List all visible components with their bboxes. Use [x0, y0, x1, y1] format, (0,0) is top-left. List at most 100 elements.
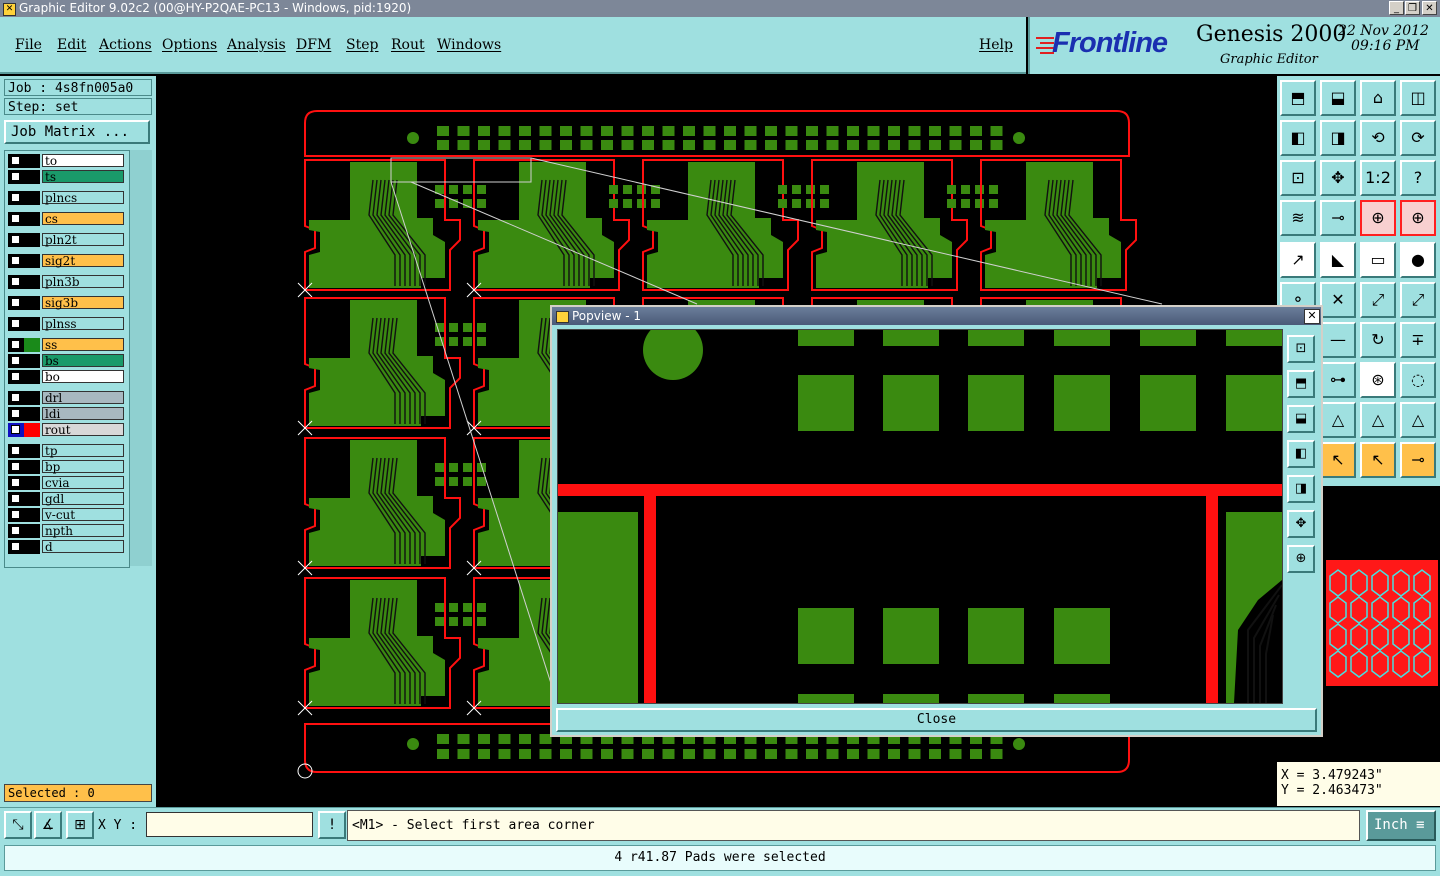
layer-name[interactable]: d: [42, 540, 124, 554]
layer-color-swatch[interactable]: [24, 212, 40, 226]
layer-row-npth[interactable]: npth: [8, 524, 126, 538]
ruler-icon[interactable]: ▭: [1360, 242, 1396, 278]
menu-edit[interactable]: Edit: [57, 37, 86, 53]
layer-name[interactable]: npth: [42, 524, 124, 538]
menu-dfm[interactable]: DFM: [296, 37, 331, 53]
layer-checkbox[interactable]: [11, 172, 20, 181]
arc-red-icon[interactable]: △: [1360, 402, 1396, 438]
job-matrix-button[interactable]: Job Matrix ...: [4, 120, 150, 144]
layer-name[interactable]: tp: [42, 444, 124, 458]
layer-name[interactable]: ldi: [42, 407, 124, 421]
layer-row-bs[interactable]: bs: [8, 354, 126, 368]
layer-color-swatch[interactable]: [24, 317, 40, 331]
layer-row-sig3b[interactable]: sig3b: [8, 296, 126, 310]
menu-analysis[interactable]: Analysis: [227, 37, 286, 53]
layer-name[interactable]: sig2t: [42, 254, 124, 268]
mirror-icon[interactable]: ∓: [1400, 322, 1436, 358]
layer-color-swatch[interactable]: [24, 233, 40, 247]
layer-row-sig2t[interactable]: sig2t: [8, 254, 126, 268]
layer-row-pln2t[interactable]: pln2t: [8, 233, 126, 247]
layer-checkbox[interactable]: [11, 372, 20, 381]
layer-name[interactable]: bo: [42, 370, 124, 384]
layer-row-gdl[interactable]: gdl: [8, 492, 126, 506]
segment-icon[interactable]: —: [1320, 322, 1356, 358]
menu-rout[interactable]: Rout: [391, 37, 425, 53]
layer-checkbox[interactable]: [11, 340, 20, 349]
menu-actions[interactable]: Actions: [99, 37, 152, 53]
undo-view-icon[interactable]: ⟲: [1360, 120, 1396, 156]
snap-icon[interactable]: ⤡: [4, 811, 32, 839]
circle-icon[interactable]: ●: [1400, 242, 1436, 278]
layer-row-pln3b[interactable]: pln3b: [8, 275, 126, 289]
zoom-center-icon[interactable]: ✥: [1320, 160, 1356, 196]
grid-icon[interactable]: ⊞: [66, 811, 94, 839]
layer-name[interactable]: drl: [42, 391, 124, 405]
layer-name[interactable]: gdl: [42, 492, 124, 506]
route-icon[interactable]: ⊸: [1400, 442, 1436, 478]
maximize-button[interactable]: ❐: [1405, 1, 1420, 15]
layer-checkbox[interactable]: [11, 494, 20, 503]
redo-view-icon[interactable]: ⟳: [1400, 120, 1436, 156]
layer-name[interactable]: ts: [42, 170, 124, 184]
layer-checkbox[interactable]: [11, 409, 20, 418]
pointer-alt-icon[interactable]: ↖: [1320, 442, 1356, 478]
info-icon[interactable]: !: [318, 811, 346, 839]
layer-checkbox[interactable]: [11, 526, 20, 535]
layer-row-plncs[interactable]: plncs: [8, 191, 126, 205]
flag-icon[interactable]: ⊛: [1360, 362, 1396, 398]
popview-right-icon[interactable]: ◨: [1287, 475, 1315, 503]
line-blue-icon[interactable]: ⤢: [1400, 282, 1436, 318]
popview-close-button[interactable]: Close: [556, 708, 1317, 732]
fit-icon[interactable]: ⬓: [1320, 80, 1356, 116]
layer-checkbox[interactable]: [11, 214, 20, 223]
line-icon[interactable]: ⤢: [1360, 282, 1396, 318]
layer-color-swatch[interactable]: [24, 296, 40, 310]
arc-alt-icon[interactable]: △: [1320, 402, 1356, 438]
zoom-fit-icon[interactable]: ⊡: [1280, 160, 1316, 196]
layer-row-drl[interactable]: drl: [8, 391, 126, 405]
popview-center-icon[interactable]: ⊕: [1287, 545, 1315, 573]
house-icon[interactable]: ⌂: [1360, 80, 1396, 116]
minimize-button[interactable]: _: [1389, 1, 1404, 15]
layer-color-swatch[interactable]: [24, 338, 40, 352]
layer-name[interactable]: rout: [42, 423, 124, 437]
layer-checkbox[interactable]: [11, 277, 20, 286]
overview-map[interactable]: [1322, 560, 1440, 688]
layer-row-to[interactable]: to: [8, 154, 126, 168]
popview-close-icon[interactable]: ✕: [1304, 309, 1320, 324]
units-menu-button[interactable]: Inch ≡: [1366, 810, 1436, 841]
layer-color-swatch[interactable]: [24, 170, 40, 184]
layer-name[interactable]: bp: [42, 460, 124, 474]
layer-name[interactable]: v-cut: [42, 508, 124, 522]
layer-checkbox[interactable]: [11, 393, 20, 402]
layer-color-swatch[interactable]: [24, 444, 40, 458]
layer-checkbox[interactable]: [11, 462, 20, 471]
layer-color-swatch[interactable]: [24, 460, 40, 474]
layer-color-swatch[interactable]: [24, 508, 40, 522]
popview-left-icon[interactable]: ◧: [1287, 440, 1315, 468]
blob-icon[interactable]: ◌: [1400, 362, 1436, 398]
popview-fit-icon[interactable]: ⊡: [1287, 335, 1315, 363]
layer-row-plnss[interactable]: plnss: [8, 317, 126, 331]
menu-file[interactable]: File: [15, 37, 42, 53]
select-icon[interactable]: ↗: [1280, 242, 1316, 278]
scale-icon[interactable]: 1:2: [1360, 160, 1396, 196]
layer-checkbox[interactable]: [11, 256, 20, 265]
window-icon[interactable]: ◫: [1400, 80, 1436, 116]
connector-icon[interactable]: ⊶: [1320, 362, 1356, 398]
layer-row-ldi[interactable]: ldi: [8, 407, 126, 421]
layer-color-swatch[interactable]: [24, 275, 40, 289]
layer-checkbox[interactable]: [11, 542, 20, 551]
pan-left-icon[interactable]: ◧: [1280, 120, 1316, 156]
arc-blue-icon[interactable]: △: [1400, 402, 1436, 438]
layer-checkbox[interactable]: [11, 298, 20, 307]
menu-step[interactable]: Step: [346, 37, 378, 53]
xy-input[interactable]: [146, 812, 313, 837]
probe-icon[interactable]: ⊸: [1320, 200, 1356, 236]
layer-row-rout[interactable]: rout: [8, 423, 126, 437]
layer-row-cs[interactable]: cs: [8, 212, 126, 226]
layer-color-swatch[interactable]: [24, 354, 40, 368]
layer-color-swatch[interactable]: [24, 476, 40, 490]
layer-checkbox[interactable]: [11, 446, 20, 455]
layer-checkbox[interactable]: [11, 478, 20, 487]
